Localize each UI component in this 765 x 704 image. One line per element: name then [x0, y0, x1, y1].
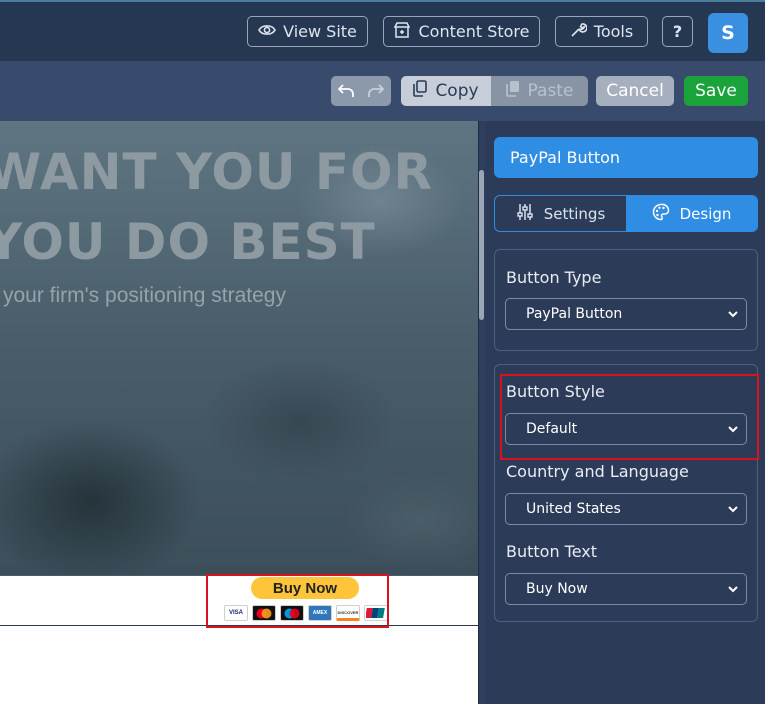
- copy-label: Copy: [435, 81, 479, 101]
- redo-button[interactable]: [361, 76, 391, 106]
- user-avatar[interactable]: S: [708, 13, 748, 53]
- undo-icon: [338, 84, 354, 97]
- tools-button[interactable]: Tools: [555, 16, 648, 47]
- tab-settings-label: Settings: [543, 204, 606, 223]
- button-type-value: PayPal Button: [526, 306, 623, 322]
- cancel-button[interactable]: Cancel: [596, 76, 674, 106]
- canvas-scrollbar[interactable]: [479, 170, 484, 320]
- copy-button[interactable]: Copy: [401, 76, 491, 106]
- copy-paste-group: Copy Paste: [401, 76, 588, 106]
- country-language-select[interactable]: United States: [505, 493, 747, 525]
- properties-panel: PayPal Button Settings Design Button Typ…: [485, 121, 765, 704]
- button-type-select[interactable]: PayPal Button: [505, 298, 747, 330]
- top-bar: View Site Content Store Tools ? S: [0, 0, 765, 61]
- palette-icon: [652, 203, 670, 225]
- save-button[interactable]: Save: [684, 76, 748, 106]
- paste-label: Paste: [527, 81, 574, 101]
- button-type-label: Button Type: [506, 268, 602, 287]
- tab-design-label: Design: [679, 204, 732, 223]
- paypal-selection-highlight: [206, 574, 389, 628]
- chevron-down-icon: [727, 583, 739, 599]
- chevron-down-icon: [727, 308, 739, 324]
- eye-icon: [258, 22, 277, 41]
- button-style-highlight: [500, 374, 759, 460]
- save-label: Save: [695, 81, 737, 101]
- button-text-value: Buy Now: [526, 581, 588, 597]
- store-icon: [393, 21, 411, 43]
- button-type-group: Button Type PayPal Button: [494, 249, 758, 351]
- copy-icon: [413, 80, 428, 102]
- country-language-value: United States: [526, 501, 621, 517]
- hero-subheading: your firm's positioning strategy: [3, 284, 286, 307]
- paste-icon: [505, 80, 520, 102]
- hero-heading-line1: WANT YOU FOR: [0, 143, 434, 201]
- tools-label: Tools: [593, 22, 634, 41]
- view-site-button[interactable]: View Site: [247, 16, 368, 47]
- cancel-label: Cancel: [606, 81, 664, 101]
- paste-button[interactable]: Paste: [491, 76, 588, 106]
- hero-heading-line2: YOU DO BEST: [0, 213, 376, 271]
- undo-redo-group: [331, 76, 391, 106]
- avatar-initial: S: [721, 22, 735, 44]
- hero-section: WANT YOU FOR YOU DO BEST your firm's pos…: [0, 121, 478, 576]
- tab-settings[interactable]: Settings: [495, 196, 626, 231]
- tab-design[interactable]: Design: [626, 196, 757, 231]
- button-text-label: Button Text: [506, 542, 598, 561]
- button-text-select[interactable]: Buy Now: [505, 573, 747, 605]
- sliders-icon: [516, 203, 534, 225]
- panel-title-text: PayPal Button: [510, 148, 621, 167]
- content-store-button[interactable]: Content Store: [383, 16, 540, 47]
- help-button[interactable]: ?: [662, 16, 693, 47]
- content-store-label: Content Store: [418, 22, 530, 41]
- chevron-down-icon: [727, 503, 739, 519]
- panel-tabs: Settings Design: [494, 195, 758, 232]
- panel-title: PayPal Button: [494, 137, 758, 178]
- help-label: ?: [672, 22, 683, 41]
- country-language-label: Country and Language: [506, 462, 689, 481]
- wrench-icon: [570, 21, 588, 42]
- page-canvas[interactable]: WANT YOU FOR YOU DO BEST your firm's pos…: [0, 121, 478, 704]
- redo-icon: [368, 84, 384, 97]
- undo-button[interactable]: [331, 76, 361, 106]
- view-site-label: View Site: [283, 22, 357, 41]
- editor-toolbar: Copy Paste Cancel Save: [0, 61, 765, 121]
